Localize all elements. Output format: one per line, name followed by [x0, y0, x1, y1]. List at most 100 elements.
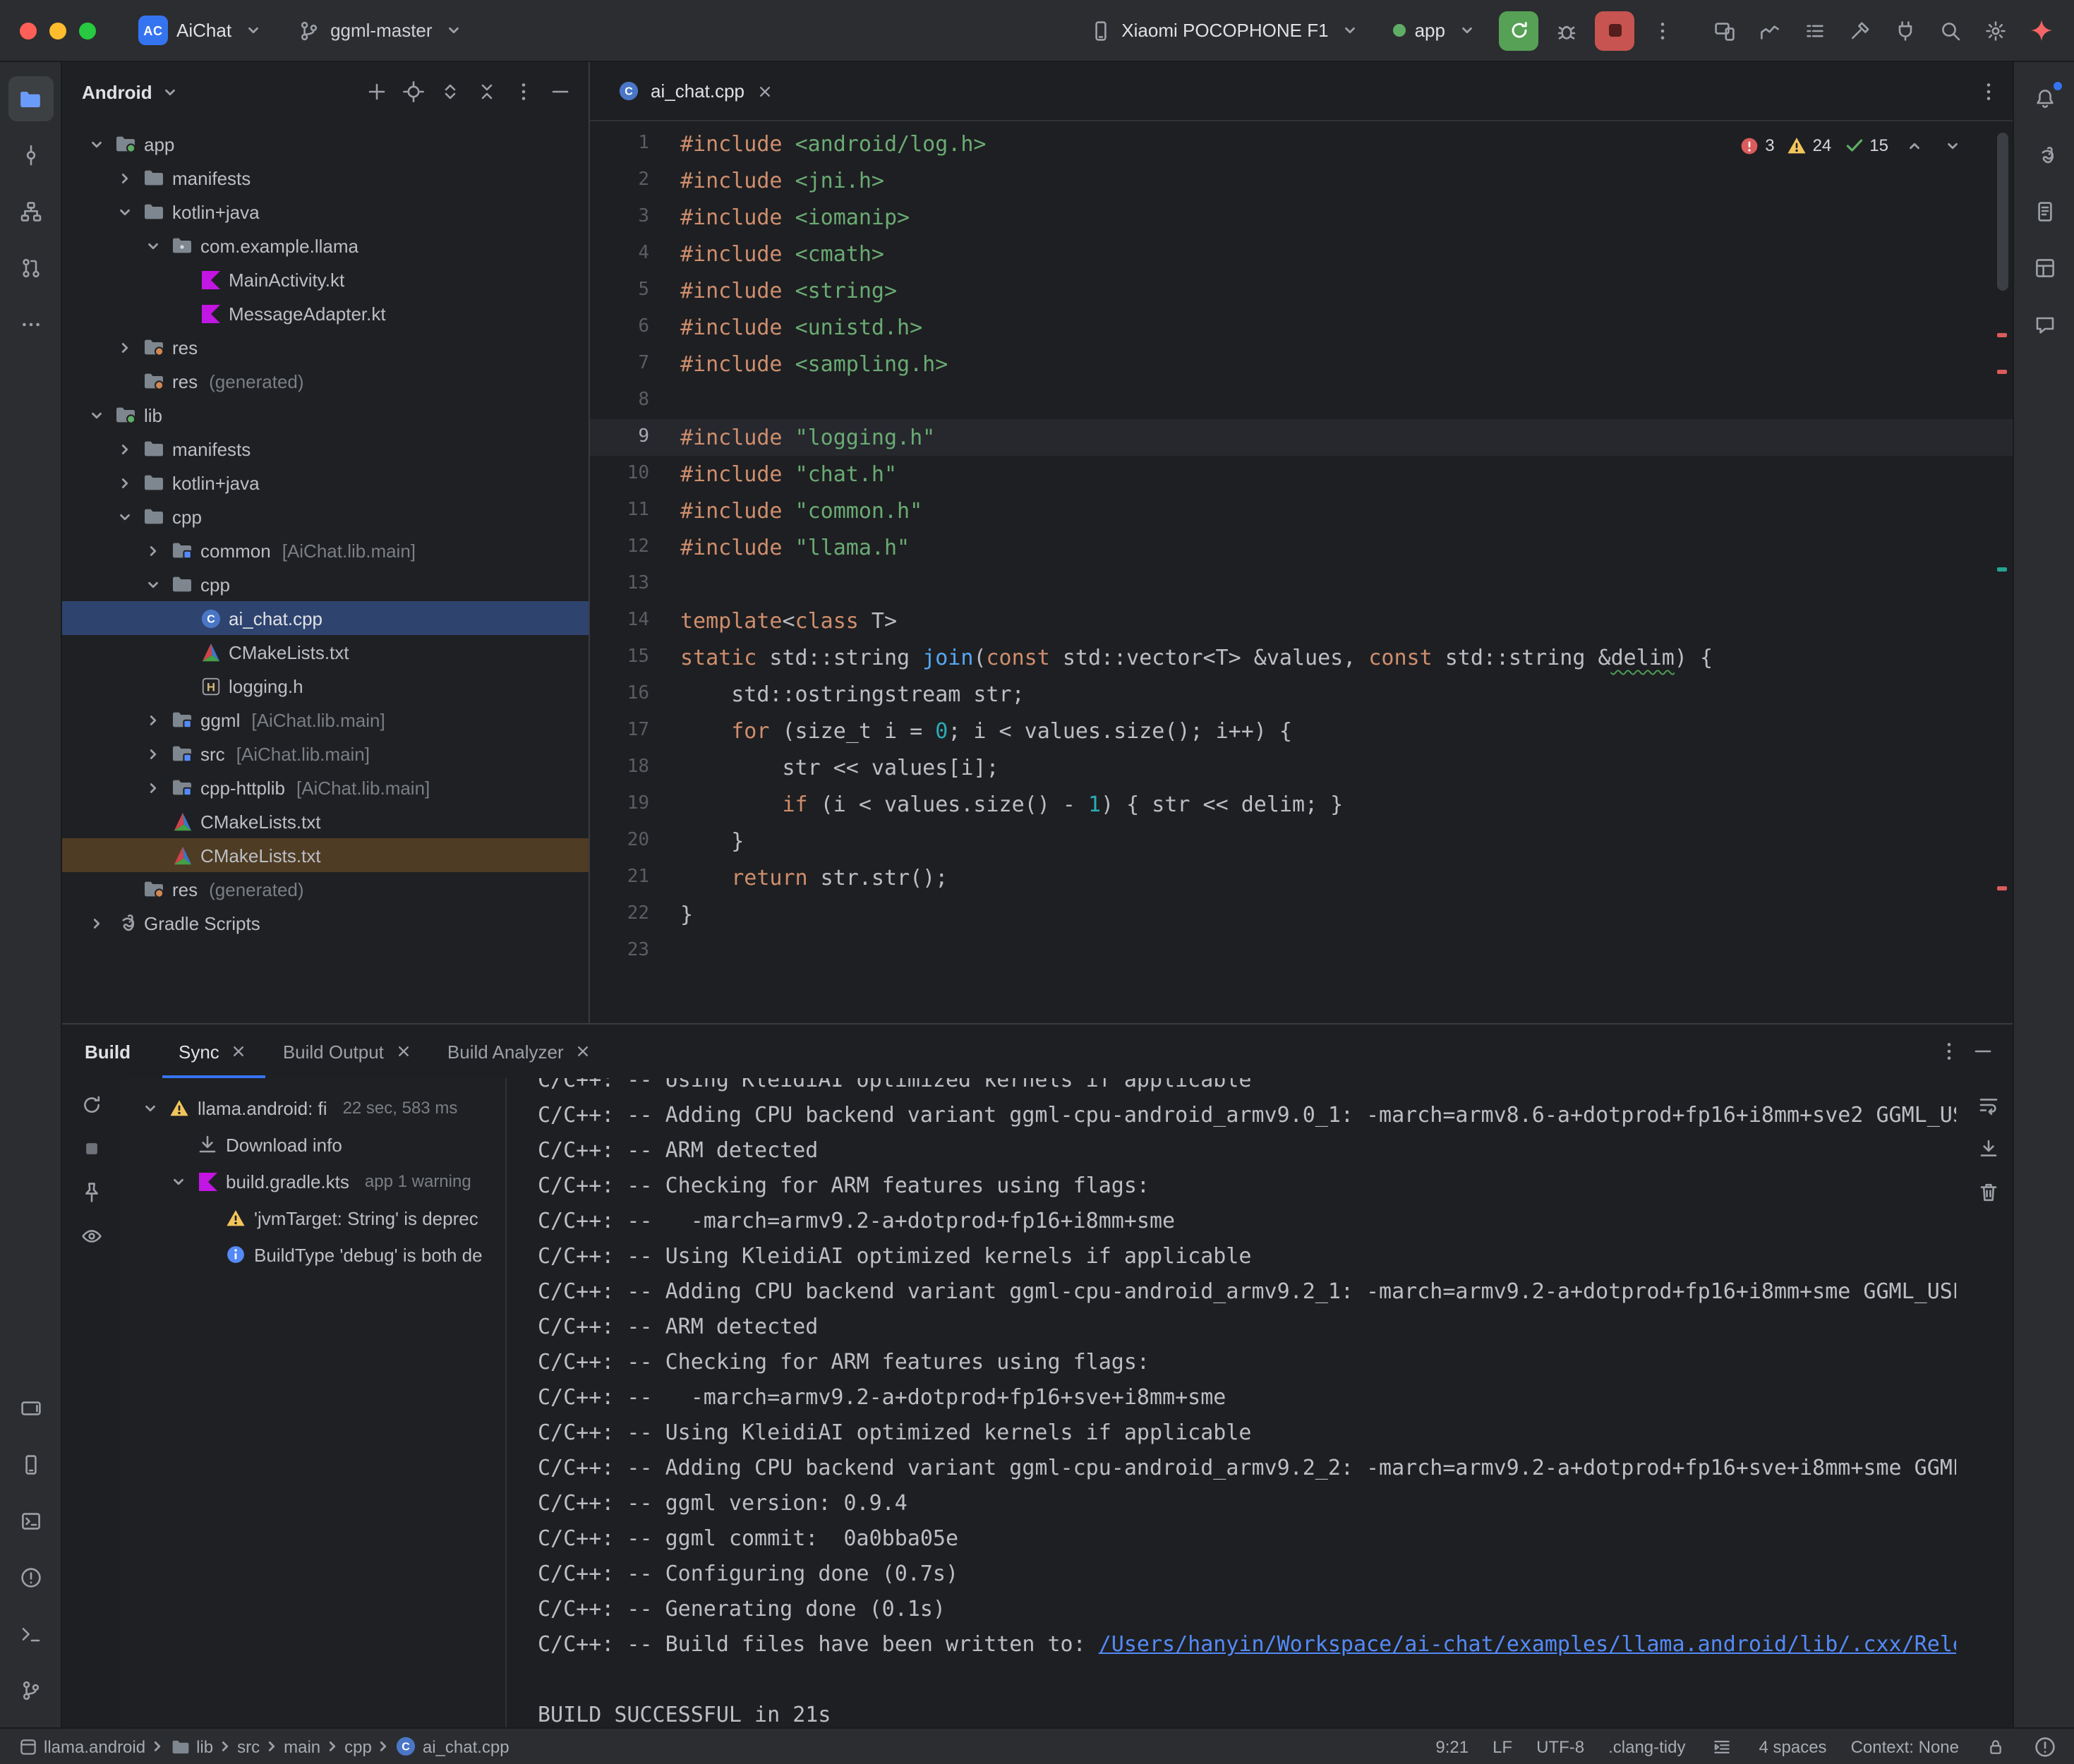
gemini-button[interactable] [2021, 11, 2061, 50]
passed-count[interactable]: 15 [1844, 135, 1888, 155]
close-tab-icon[interactable] [229, 1041, 249, 1061]
next-problem-icon[interactable] [1939, 133, 1965, 158]
chevron-right-icon[interactable] [141, 776, 164, 799]
expand-all-icon[interactable] [433, 75, 467, 109]
hide-build-panel-icon[interactable] [1970, 1039, 1996, 1064]
tool-strip-structure[interactable] [8, 189, 53, 234]
close-tab-icon[interactable] [394, 1041, 414, 1061]
tree-item-manifests[interactable]: manifests [62, 432, 589, 466]
device-mirroring-button[interactable] [1705, 11, 1744, 50]
collapse-all-icon[interactable] [470, 75, 504, 109]
code-line-19[interactable]: 19 if (i < values.size() - 1) { str << d… [590, 786, 2013, 823]
build-panel-title[interactable]: Build [85, 1041, 131, 1062]
caret-position[interactable]: 9:21 [1435, 1736, 1469, 1756]
warning-count[interactable]: 24 [1787, 135, 1832, 155]
tool-strip-logcat[interactable] [8, 1499, 53, 1544]
tree-item-res[interactable]: res(generated) [62, 872, 589, 906]
hide-panel-icon[interactable] [543, 75, 577, 109]
soft-wrap-icon[interactable] [1976, 1092, 2001, 1118]
indent-size[interactable]: 4 spaces [1759, 1736, 1827, 1756]
code-line-8[interactable]: 8 [590, 382, 2013, 419]
scrollbar-thumb[interactable] [1997, 133, 2008, 291]
project-selector[interactable]: AC AiChat [127, 10, 277, 51]
debug-button[interactable] [1547, 11, 1586, 50]
tool-strip-commit[interactable] [8, 133, 53, 178]
change-stripe-mark[interactable] [1997, 567, 2007, 572]
branch-selector[interactable]: ggml-master [285, 12, 478, 49]
tool-strip-pull-requests[interactable] [8, 246, 53, 291]
chevron-right-icon[interactable] [85, 912, 107, 934]
tree-item-com-example-llama[interactable]: com.example.llama [62, 229, 589, 262]
error-stripe-mark[interactable] [1997, 370, 2007, 374]
previous-problem-icon[interactable] [1901, 133, 1927, 158]
todo-button[interactable] [1795, 11, 1835, 50]
tree-item-res[interactable]: res [62, 330, 589, 364]
code-line-21[interactable]: 21 return str.str(); [590, 859, 2013, 896]
code-line-15[interactable]: 15static std::string join(const std::vec… [590, 639, 2013, 676]
close-window-button[interactable] [20, 22, 37, 39]
chevron-right-icon[interactable] [113, 336, 135, 358]
chevron-down-icon[interactable] [141, 573, 164, 596]
code-area[interactable]: 1#include <android/log.h>2#include <jni.… [590, 121, 2013, 1023]
tree-item-gradle-scripts[interactable]: Gradle Scripts [62, 906, 589, 940]
tool-strip-device-explorer[interactable] [2022, 189, 2067, 234]
resource-context[interactable]: Context: None [1851, 1736, 1959, 1756]
project-view-title[interactable]: Android [82, 81, 152, 102]
code-line-6[interactable]: 6#include <unistd.h> [590, 309, 2013, 346]
tool-strip-more-tool-windows[interactable] [8, 302, 53, 347]
tree-item-manifests[interactable]: manifests [62, 161, 589, 195]
breadcrumb-src[interactable]: src [237, 1736, 260, 1756]
code-line-22[interactable]: 22} [590, 896, 2013, 933]
build-tree-item-download-info[interactable]: Download info [121, 1126, 505, 1163]
tree-item-cpp[interactable]: cpp [62, 500, 589, 533]
build-tree-item-llama-android-fi[interactable]: llama.android: fi22 sec, 583 ms [121, 1089, 505, 1126]
breadcrumb-cpp[interactable]: cpp [344, 1736, 372, 1756]
stop-build-icon[interactable] [79, 1136, 104, 1161]
tab-options-icon[interactable] [1976, 78, 2001, 104]
tree-item-ai-chat-cpp[interactable]: Cai_chat.cpp [62, 601, 589, 635]
code-line-12[interactable]: 12#include "llama.h" [590, 529, 2013, 566]
editor-scrollbar[interactable] [1993, 121, 2013, 1023]
chevron-right-icon[interactable] [113, 471, 135, 494]
code-line-4[interactable]: 4#include <cmath> [590, 236, 2013, 272]
code-line-14[interactable]: 14template<class T> [590, 603, 2013, 639]
breadcrumb-ai-chat-cpp[interactable]: Cai_chat.cpp [396, 1736, 510, 1757]
editor-tab-ai-chat-cpp[interactable]: Cai_chat.cpp [601, 61, 788, 121]
plugins-button[interactable] [1886, 11, 1925, 50]
chevron-down-icon[interactable] [141, 234, 164, 257]
build-tree-item-jvmtarget-string-is-deprec[interactable]: 'jvmTarget: String' is deprec [121, 1200, 505, 1236]
tool-strip-gradle[interactable] [2022, 133, 2067, 178]
tool-strip-device-manager[interactable] [8, 1442, 53, 1487]
file-encoding[interactable]: UTF-8 [1536, 1736, 1584, 1756]
profiler-button[interactable] [1750, 11, 1790, 50]
build-console[interactable]: C/C++: -- Using KleidiAI optimized kerne… [505, 1078, 1965, 1727]
clang-tidy-status[interactable]: .clang-tidy [1608, 1736, 1685, 1756]
tree-item-app[interactable]: app [62, 127, 589, 161]
options-icon[interactable] [507, 75, 541, 109]
error-stripe-mark[interactable] [1997, 333, 2007, 337]
scroll-to-end-icon[interactable] [1976, 1136, 2001, 1161]
tool-strip-project[interactable] [8, 76, 53, 121]
breadcrumb-llama-android[interactable]: llama.android [17, 1736, 145, 1757]
add-icon[interactable] [360, 75, 394, 109]
code-line-17[interactable]: 17 for (size_t i = 0; i < values.size();… [590, 713, 2013, 749]
tool-strip-terminal[interactable] [8, 1612, 53, 1657]
select-opened-file-icon[interactable] [397, 75, 430, 109]
indent-widget[interactable] [1710, 1734, 1735, 1759]
code-line-20[interactable]: 20 } [590, 823, 2013, 859]
pin-tab-icon[interactable] [79, 1180, 104, 1205]
tree-item-cpp-httplib[interactable]: cpp-httplib[AiChat.lib.main] [62, 771, 589, 804]
tree-item-cpp[interactable]: cpp [62, 567, 589, 601]
code-line-5[interactable]: 5#include <string> [590, 272, 2013, 309]
close-tab-icon[interactable] [574, 1041, 593, 1061]
chevron-down-icon[interactable] [138, 1097, 161, 1119]
tree-item-common[interactable]: common[AiChat.lib.main] [62, 533, 589, 567]
run-configuration-selector[interactable]: app [1382, 12, 1490, 49]
error-stripe-mark[interactable] [1997, 886, 2007, 890]
chevron-down-icon[interactable] [167, 1170, 189, 1192]
code-line-10[interactable]: 10#include "chat.h" [590, 456, 2013, 493]
close-tab-icon[interactable] [754, 81, 774, 101]
code-line-11[interactable]: 11#include "common.h" [590, 493, 2013, 529]
tool-strip-problems[interactable] [8, 1555, 53, 1600]
build-tab-build-analyzer[interactable]: Build Analyzer [430, 1025, 610, 1078]
